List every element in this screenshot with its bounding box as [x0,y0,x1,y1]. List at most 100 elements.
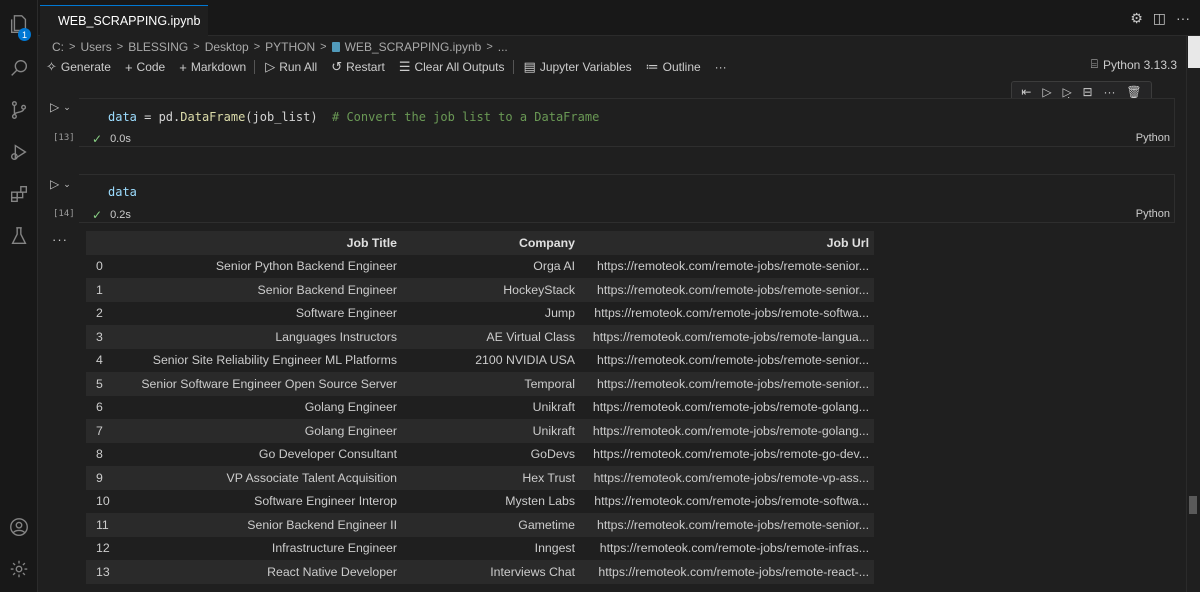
settings-gear-icon[interactable] [7,557,31,581]
column-header [86,231,120,255]
job-url-cell: https://remoteok.com/remote-jobs/remote-… [593,447,869,462]
company-cell: Interviews Chat [402,560,580,584]
account-icon[interactable] [7,515,31,539]
code-cell[interactable] [79,174,1175,223]
notebook-file-icon [331,42,340,52]
job-url-cell: https://remoteok.com/remote-jobs/remote-… [594,494,869,509]
table-row: 9 VP Associate Talent Acquisition Hex Trus… [86,466,874,490]
jupyter-variables-label: Jupyter Variables [539,60,632,74]
job-title-cell: Software Engineer [295,306,397,321]
job-title-cell: Go Developer Consultant [258,447,397,462]
add-code-button[interactable]: + Code [125,60,165,75]
output-more-button[interactable]: ··· [52,232,68,247]
tab-web-scrapping[interactable]: WEB_SCRAPPING.ipynb [40,5,208,36]
table-row: 11 Senior Backend Engineer II Gametime http… [86,513,874,537]
table-row: 4 Senior Site Reliability Engineer ML Pla… [86,349,874,373]
markdown-label: Markdown [190,60,247,74]
row-index: 3 [86,325,120,349]
scrollbar-marker [1189,496,1197,514]
generate-button[interactable]: ✧ Generate [46,59,111,75]
code-line[interactable]: data [108,185,137,199]
check-icon: ✓ [92,208,103,222]
testing-icon[interactable] [7,224,31,248]
code-token: data [108,185,137,199]
row-index: 13 [86,560,120,584]
company-cell: Inngest [534,541,575,556]
run-cell-icon[interactable]: ▷ [50,177,59,191]
search-icon[interactable] [7,56,31,80]
run-cell-icon[interactable]: ▷ [50,100,59,114]
cell-run-control[interactable]: ▷ ⌄ [50,177,71,191]
generate-label: Generate [60,60,111,74]
company-cell: Gametime [402,513,580,537]
job-url-cell: https://remoteok.com/remote-jobs/remote-… [580,513,874,537]
code-line[interactable]: data = pd.DataFrame(job_list) # Convert … [108,110,599,124]
execute-above-icon[interactable]: ⇤ [1021,85,1031,99]
breadcrumb-item[interactable]: ... [498,40,508,54]
row-index: 7 [86,419,120,443]
jupyter-variables-button[interactable]: ▤ Jupyter Variables [524,59,632,75]
row-index: 10 [96,494,110,509]
explorer-badge: 1 [18,28,31,41]
breadcrumb-item[interactable]: Desktop [205,40,249,54]
code-token: data [108,110,137,124]
company-cell: AE Virtual Class [402,325,580,349]
breadcrumb-item[interactable]: Users [80,40,111,54]
run-all-button[interactable]: ▷ Run All [265,59,317,75]
job-url-cell: https://remoteok.com/remote-jobs/remote-… [599,541,869,556]
chevron-down-icon[interactable]: ⌄ [63,179,71,191]
execute-below-icon[interactable]: ▷̣ [1062,85,1071,99]
job-title-cell: Senior Backend Engineer [120,278,402,302]
restart-button[interactable]: ↺ Restart [331,59,385,75]
row-index: 1 [86,278,120,302]
source-control-icon[interactable] [7,98,31,122]
breadcrumb-item[interactable]: PYTHON [265,40,315,54]
scrollbar-thumb[interactable] [1188,36,1200,68]
code-token: DataFrame [180,110,246,124]
chevron-down-icon[interactable]: ⌄ [63,102,71,114]
toolbar-divider [254,60,256,74]
breadcrumb-item[interactable]: C: [52,40,64,54]
toolbar-divider [512,60,514,74]
company-cell: Unikraft [532,400,575,415]
vertical-scrollbar[interactable] [1186,36,1200,592]
table-row: 1 Senior Backend Engineer HockeyStack https… [86,278,874,302]
add-markdown-button[interactable]: + Markdown [179,60,246,75]
table-row: 12 Infrastructure Engineer Inngest https://… [86,537,874,561]
breadcrumb-item[interactable]: BLESSING [128,40,188,54]
variables-icon: ▤ [523,59,536,74]
split-cell-icon[interactable]: ⊟ [1083,85,1093,99]
clear-all-outputs-button[interactable]: ☰ Clear All Outputs [399,59,505,75]
cell-language[interactable]: Python [1136,208,1170,220]
cell-more-icon[interactable]: ··· [1103,85,1115,99]
cell-language[interactable]: Python [1136,132,1170,144]
kernel-picker[interactable]: ⌸ Python 3.13.3 [1091,57,1177,72]
outline-button[interactable]: ≔ Outline [646,59,701,75]
toolbar-more-button[interactable]: ··· [715,60,727,74]
execution-time: 0.0s [110,133,131,145]
outline-label: Outline [662,60,701,74]
split-editor-icon[interactable]: ◫ [1153,10,1166,27]
job-url-cell: https://remoteok.com/remote-jobs/remote-… [594,306,869,321]
company-cell: Unikraft [402,419,580,443]
job-title-cell: Senior Software Engineer Open Source Ser… [120,372,402,396]
extensions-icon[interactable] [7,182,31,206]
row-index: 12 [96,541,110,556]
cell-run-control[interactable]: ▷ ⌄ [50,100,71,114]
row-index: 11 [86,513,120,537]
job-title-cell: Senior Backend Engineer II [120,513,402,537]
table-body: 0 Senior Python Backend Engineer Orga AI ht… [86,255,874,584]
code-token: = pd. [136,110,181,124]
code-label: Code [136,60,166,74]
job-title-cell: Senior Site Reliability Engineer ML Plat… [152,353,397,368]
chevron-right-icon: > [116,41,124,53]
breadcrumb-item[interactable]: WEB_SCRAPPING.ipynb [345,40,482,54]
notebook-settings-gear-icon[interactable]: ⚙ [1130,10,1143,27]
job-title-cell: Senior Python Backend Engineer [215,259,397,274]
more-actions-icon[interactable]: ··· [1176,10,1190,27]
delete-cell-icon[interactable]: 🗑 [1126,85,1141,99]
job-url-cell: https://remoteok.com/remote-jobs/remote-… [596,353,869,368]
run-debug-icon[interactable] [7,140,31,164]
execute-cell-icon[interactable]: ▷ [1042,85,1051,99]
more-label: ··· [714,60,727,74]
